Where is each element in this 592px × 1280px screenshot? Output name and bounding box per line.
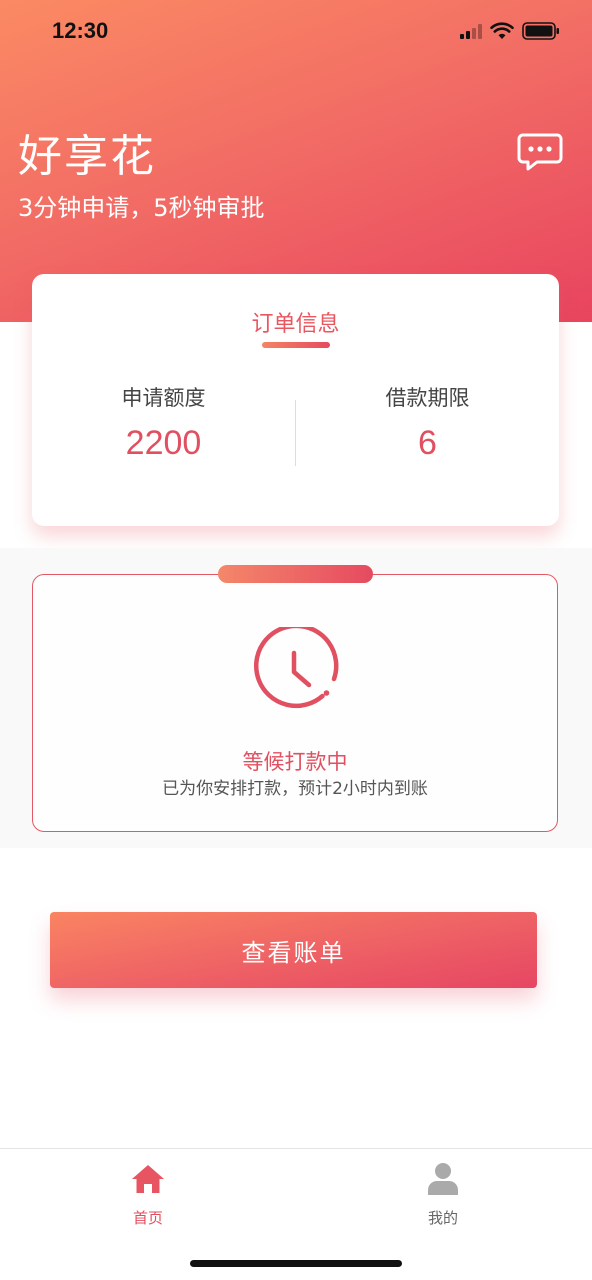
- title-underline: [262, 342, 330, 348]
- status-time: 12:30: [52, 18, 109, 43]
- user-icon: [428, 1163, 458, 1195]
- order-info-title: 订单信息: [251, 312, 340, 337]
- term-label: 借款期限: [385, 386, 470, 410]
- amount-label: 申请额度: [121, 386, 206, 410]
- app-title: 好享花: [18, 131, 156, 182]
- status-card-tab: [218, 565, 373, 583]
- message-button[interactable]: [517, 132, 563, 172]
- amount-value: 2200: [125, 424, 202, 462]
- wifi-icon: [490, 22, 514, 39]
- status-description: 已为你安排打款，预计2小时内到账: [162, 779, 428, 799]
- home-icon: [132, 1165, 164, 1193]
- status-title: 等候打款中: [242, 750, 348, 774]
- app-subtitle: 3分钟申请，5秒钟审批: [18, 194, 265, 222]
- order-info-card: 订单信息 申请额度 2200 借款期限 6: [32, 274, 559, 526]
- term-stat: 借款期限 6: [296, 382, 559, 463]
- view-bill-button[interactable]: 查看账单: [50, 912, 537, 988]
- signal-icon: [460, 23, 482, 39]
- status-bar: 12:30: [0, 0, 592, 66]
- clock-icon: [254, 627, 339, 709]
- tab-mine-label: 我的: [427, 1209, 458, 1227]
- chat-bubble-icon: [517, 133, 563, 171]
- tab-home-label: 首页: [132, 1209, 163, 1227]
- battery-icon: [522, 22, 559, 40]
- tab-mine[interactable]: 我的: [393, 1161, 493, 1228]
- tab-home[interactable]: 首页: [98, 1161, 198, 1228]
- home-indicator: [190, 1260, 402, 1267]
- status-icons: [460, 22, 560, 40]
- amount-stat: 申请额度 2200: [32, 382, 295, 463]
- term-value: 6: [418, 424, 437, 462]
